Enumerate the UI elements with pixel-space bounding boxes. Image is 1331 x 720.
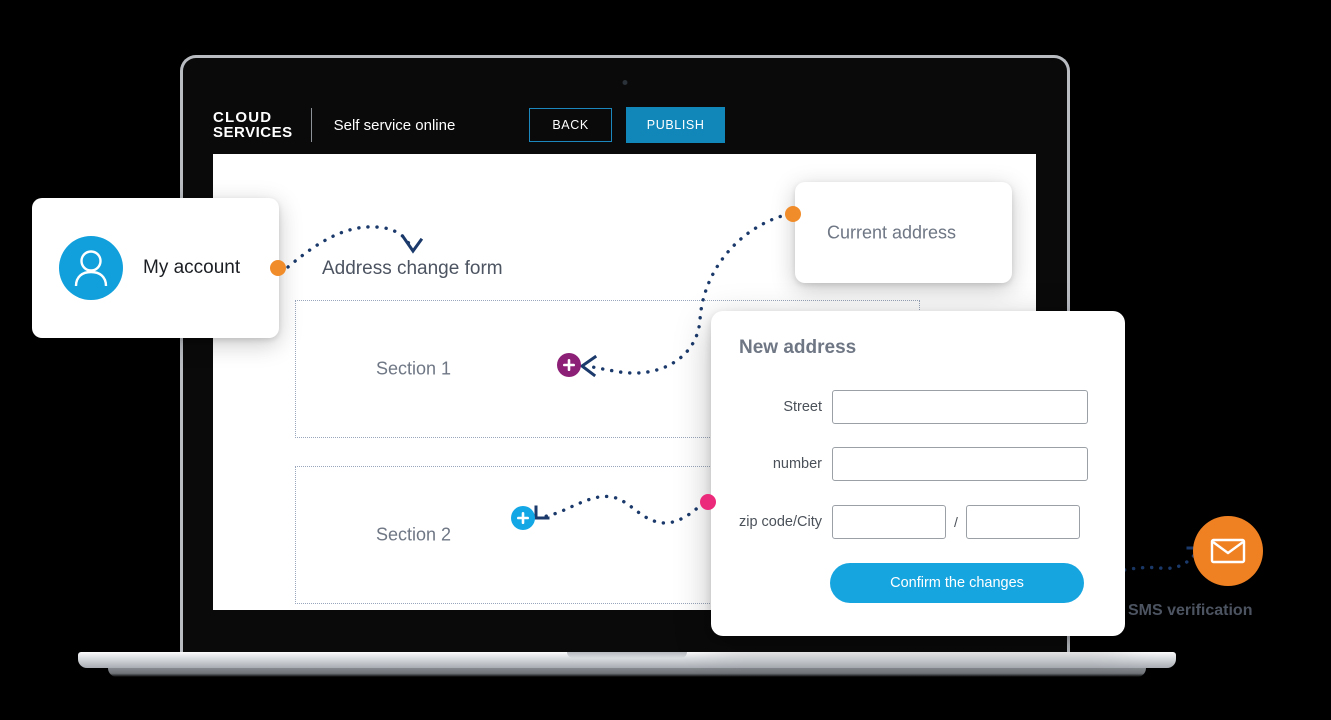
field-row-number: number xyxy=(739,447,1088,481)
app-tagline: Self service online xyxy=(333,116,456,134)
sms-verification-label: SMS verification xyxy=(1128,602,1253,619)
laptop-foot xyxy=(108,668,1146,677)
city-input[interactable] xyxy=(965,505,1080,539)
page-title: Address change form xyxy=(322,258,503,279)
section-2-label: Section 2 xyxy=(376,524,452,545)
new-address-title: New address xyxy=(739,337,857,358)
street-input[interactable] xyxy=(832,390,1088,424)
zip-code-input[interactable] xyxy=(832,505,946,539)
envelope-icon xyxy=(1210,538,1246,564)
brand-divider xyxy=(310,108,312,142)
marker-dot-account xyxy=(270,260,286,276)
brand-logo-line1: CLOUD xyxy=(213,109,273,126)
number-input[interactable] xyxy=(832,447,1088,481)
add-section-2-button[interactable] xyxy=(511,506,535,530)
card-current-address[interactable]: Current address xyxy=(795,182,1012,283)
publish-button[interactable]: PUBLISH xyxy=(625,107,726,143)
user-avatar-icon xyxy=(59,236,123,300)
add-section-1-button[interactable] xyxy=(557,353,581,377)
zip-city-label: zip code/City xyxy=(738,514,822,530)
screenshot-stage: CLOUD SERVICES Self service online BACK … xyxy=(0,0,1331,720)
my-account-label: My account xyxy=(143,257,241,278)
confirm-changes-button[interactable]: Confirm the changes xyxy=(830,563,1084,603)
current-address-title: Current address xyxy=(827,222,957,242)
brand-logo: CLOUD SERVICES xyxy=(213,110,293,140)
app-topbar: CLOUD SERVICES Self service online BACK … xyxy=(213,96,1036,154)
card-my-account[interactable]: My account xyxy=(32,198,279,338)
laptop-base-notch xyxy=(567,652,687,658)
laptop-base xyxy=(78,652,1176,668)
sms-verification-badge[interactable] xyxy=(1193,516,1263,586)
section-1-label: Section 1 xyxy=(376,358,452,379)
field-row-street: Street xyxy=(739,390,1088,424)
zip-city-separator: / xyxy=(954,514,958,530)
back-button[interactable]: BACK xyxy=(529,108,612,142)
brand-logo-line2: SERVICES xyxy=(213,124,293,141)
marker-dot-new-address xyxy=(700,494,716,510)
number-label: number xyxy=(772,456,822,472)
laptop-camera-icon xyxy=(622,80,628,85)
marker-dot-current-address xyxy=(785,206,801,222)
street-label: Street xyxy=(783,399,822,415)
card-new-address: New address Street number zip code/City … xyxy=(711,311,1125,636)
field-row-zip-city: zip code/City / xyxy=(723,505,1080,539)
